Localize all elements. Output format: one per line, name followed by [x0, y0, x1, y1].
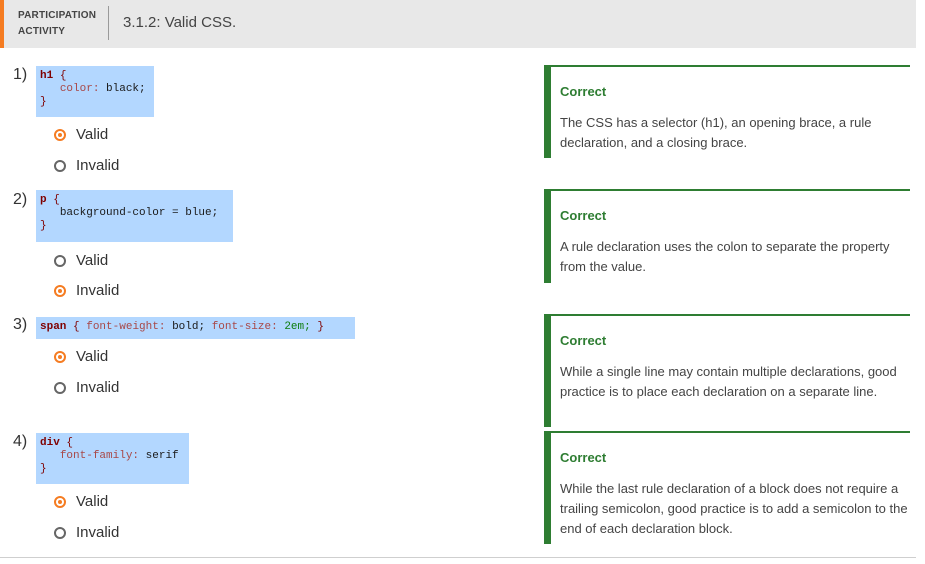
option-label: Valid [76, 493, 109, 510]
code-brace: { [53, 194, 60, 206]
feedback-title: Correct [560, 84, 607, 99]
code-property: font-weight: [86, 321, 166, 333]
code-value: serif [145, 450, 179, 462]
option-invalid[interactable]: Invalid [54, 379, 119, 396]
code-value: black; [106, 83, 146, 95]
header-accent-bar [0, 0, 4, 48]
radio-empty-icon[interactable] [54, 381, 66, 394]
option-valid[interactable]: Valid [54, 493, 108, 510]
code-brace: } [40, 463, 47, 475]
code-snippet: h1 { color: black; } [36, 66, 154, 117]
option-invalid[interactable]: Invalid [54, 157, 119, 174]
option-label: Invalid [76, 282, 120, 299]
code-selector: div [40, 437, 60, 449]
radio-empty-icon[interactable] [54, 526, 66, 539]
feedback-text: While a single line may contain multiple… [560, 364, 897, 399]
question-number: 4) [13, 433, 28, 450]
question-number: 1) [13, 66, 28, 83]
code-brace: { [73, 321, 80, 333]
option-invalid[interactable]: Invalid [54, 282, 119, 299]
activity-header: PARTICIPATION ACTIVITY 3.1.2: Valid CSS. [0, 0, 916, 48]
feedback-panel: Correct While a single line may contain … [544, 314, 910, 427]
radio-selected-icon[interactable] [54, 495, 66, 508]
feedback-panel: Correct While the last rule declaration … [544, 431, 910, 544]
code-snippet: div { font-family: serif } [36, 433, 189, 484]
activity-type-line1: PARTICIPATION [18, 10, 97, 21]
feedback-panel: Correct The CSS has a selector (h1), an … [544, 65, 910, 158]
option-label: Valid [76, 348, 109, 365]
feedback-title: Correct [560, 450, 607, 465]
option-label: Valid [76, 252, 109, 269]
code-selector: span [40, 321, 67, 333]
option-label: Invalid [76, 379, 120, 396]
code-property: font-family: [59, 450, 140, 462]
code-brace: { [66, 437, 74, 449]
feedback-panel: Correct A rule declaration uses the colo… [544, 189, 910, 283]
question-number: 2) [13, 191, 28, 208]
code-brace: { [59, 70, 67, 82]
feedback-title: Correct [560, 208, 607, 223]
option-label: Valid [76, 126, 109, 143]
radio-empty-icon[interactable] [54, 254, 66, 267]
code-brace: } [40, 96, 47, 108]
option-label: Invalid [76, 524, 120, 541]
radio-selected-icon[interactable] [54, 284, 66, 297]
option-label: Invalid [76, 157, 120, 174]
radio-empty-icon[interactable] [54, 159, 66, 172]
code-selector: p [40, 194, 47, 206]
option-invalid[interactable]: Invalid [54, 524, 119, 541]
feedback-title: Correct [560, 333, 607, 348]
activity-bottom-border [0, 557, 916, 558]
code-selector: h1 [40, 70, 54, 82]
code-value: bold; [172, 321, 206, 333]
header-divider [108, 6, 109, 40]
option-valid[interactable]: Valid [54, 348, 108, 365]
code-property: color: [59, 83, 100, 95]
activity-type-line2: ACTIVITY [18, 26, 66, 37]
option-valid[interactable]: Valid [54, 252, 108, 269]
feedback-text: While the last rule declaration of a blo… [560, 481, 908, 536]
code-snippet: p { background-color = blue; } [36, 190, 233, 242]
feedback-text: A rule declaration uses the colon to sep… [560, 239, 890, 274]
option-valid[interactable]: Valid [54, 126, 108, 143]
code-brace: } [40, 220, 47, 232]
radio-selected-icon[interactable] [54, 128, 66, 141]
question-number: 3) [13, 316, 28, 333]
radio-selected-icon[interactable] [54, 350, 66, 363]
code-property: background-color = blue; [59, 207, 219, 219]
activity-title: 3.1.2: Valid CSS. [123, 14, 237, 31]
feedback-text: The CSS has a selector (h1), an opening … [560, 115, 872, 150]
code-snippet: span { font-weight: bold; font-size: 2em… [36, 317, 355, 339]
code-value: 2em; [284, 321, 311, 333]
code-brace: } [317, 321, 324, 333]
activity-type-label: PARTICIPATION ACTIVITY [18, 8, 96, 40]
code-property: font-size: [211, 321, 278, 333]
